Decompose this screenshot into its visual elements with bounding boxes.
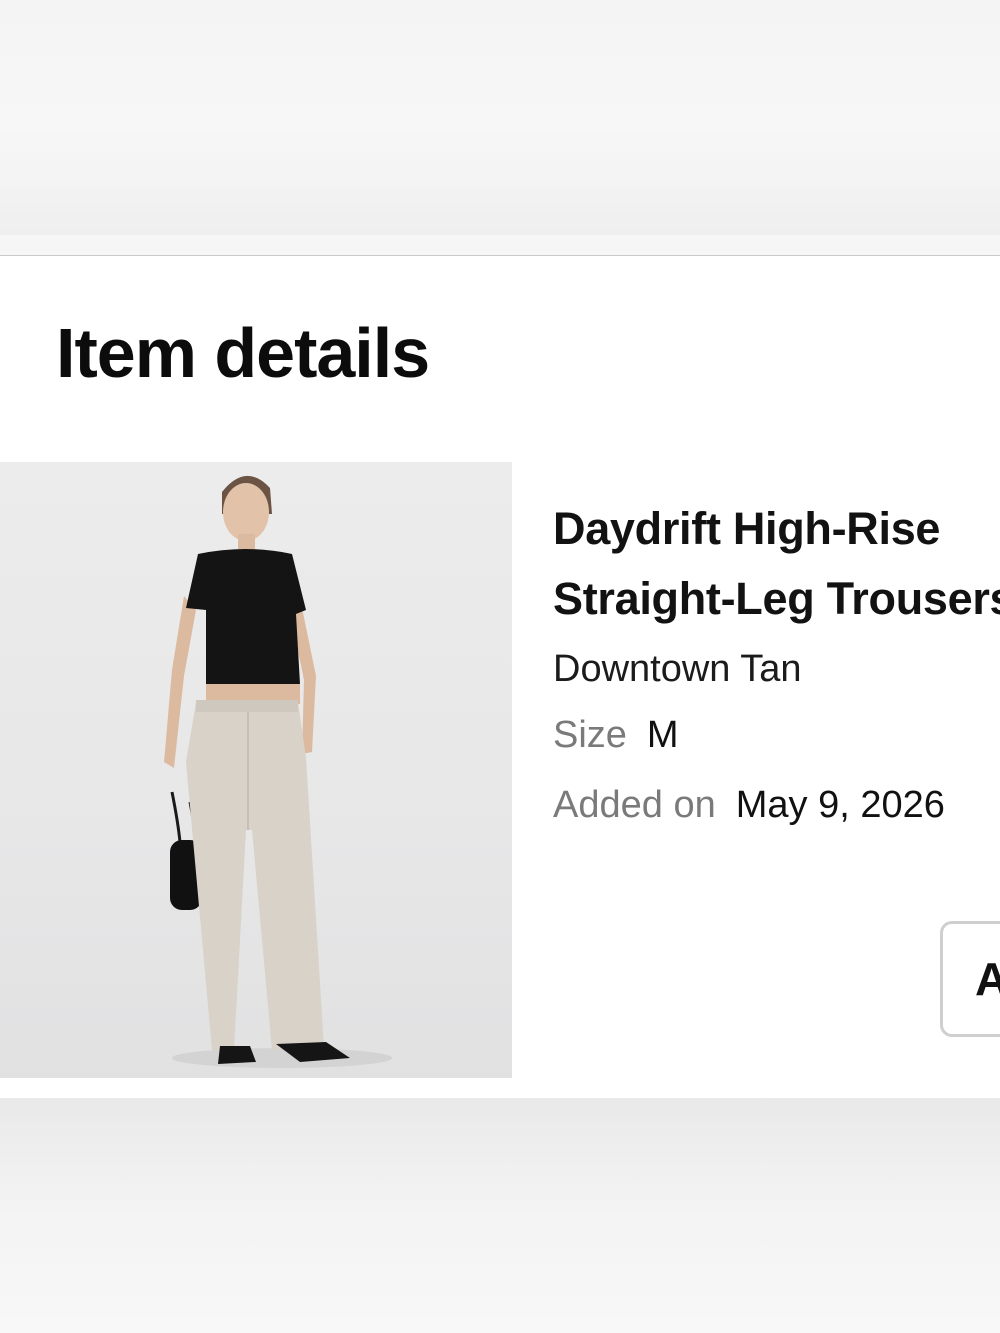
top-strip xyxy=(0,235,1000,256)
size-row: Size M xyxy=(553,700,1000,770)
added-on-label: Added on xyxy=(553,784,716,826)
action-button[interactable]: A xyxy=(940,921,1000,1037)
product-name[interactable]: Daydrift High-Rise Straight-Leg Trousers xyxy=(553,494,1000,634)
added-on-row: Added on May 9, 2026 xyxy=(553,770,1000,840)
section-title: Item details xyxy=(56,314,430,392)
product-photo-icon xyxy=(164,475,392,1068)
item-details-card: Item details Daydrift High-Rise Straight… xyxy=(0,256,1000,1098)
item-info: Daydrift High-Rise Straight-Leg Trousers… xyxy=(553,494,1000,840)
action-button-label: A xyxy=(975,953,1000,1005)
top-blurred-area xyxy=(0,0,1000,235)
bottom-blurred-area xyxy=(0,1098,1000,1333)
added-on-value: May 9, 2026 xyxy=(735,784,945,826)
product-name-line1: Daydrift High-Rise xyxy=(553,503,941,554)
size-value: M xyxy=(646,714,679,756)
product-name-line2: Straight-Leg Trousers xyxy=(553,573,1000,624)
product-image[interactable] xyxy=(0,462,512,1078)
size-label: Size xyxy=(553,714,627,756)
product-color: Downtown Tan xyxy=(553,648,802,690)
